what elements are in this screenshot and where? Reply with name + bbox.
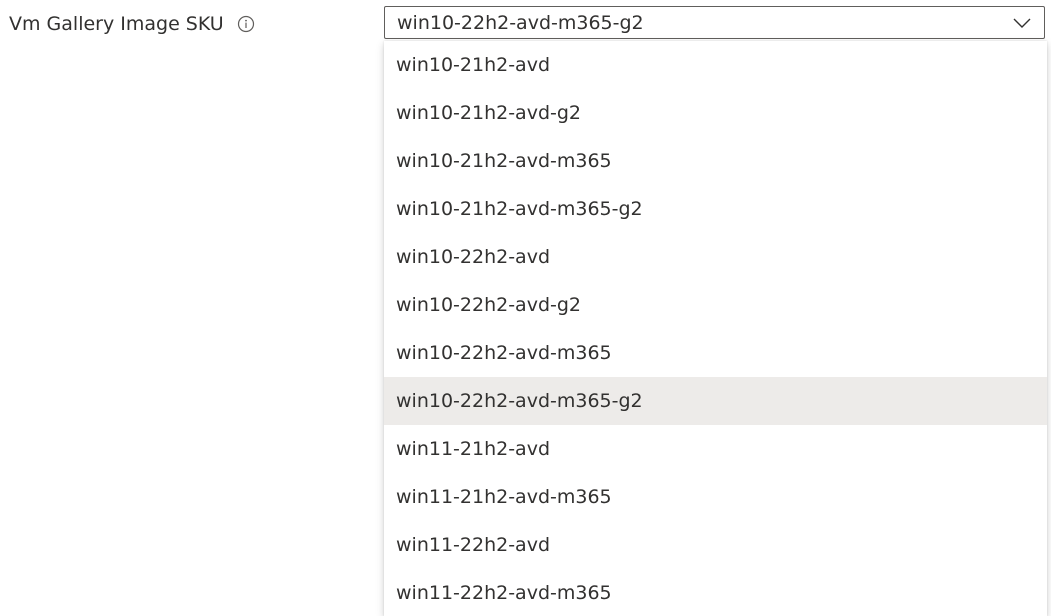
- dropdown-option[interactable]: win10-21h2-avd-m365-g2: [384, 185, 1047, 233]
- field-label: Vm Gallery Image SKU: [9, 13, 224, 35]
- field-label-row: Vm Gallery Image SKU: [9, 9, 256, 39]
- dropdown-option[interactable]: win11-21h2-avd: [384, 425, 1047, 473]
- dropdown-option[interactable]: win10-22h2-avd-g2: [384, 281, 1047, 329]
- dropdown-selected-value: win10-22h2-avd-m365-g2: [397, 11, 644, 34]
- dropdown-option[interactable]: win11-22h2-avd-m365: [384, 569, 1047, 616]
- info-icon[interactable]: [236, 14, 256, 34]
- dropdown-option[interactable]: win11-21h2-avd-m365: [384, 473, 1047, 521]
- dropdown-option[interactable]: win10-21h2-avd-g2: [384, 89, 1047, 137]
- dropdown-option[interactable]: win11-22h2-avd: [384, 521, 1047, 569]
- chevron-down-icon: [1010, 11, 1034, 35]
- dropdown-option[interactable]: win10-21h2-avd-m365: [384, 137, 1047, 185]
- dropdown-option[interactable]: win10-22h2-avd-m365: [384, 329, 1047, 377]
- dropdown-option[interactable]: win10-22h2-avd: [384, 233, 1047, 281]
- dropdown-option-selected[interactable]: win10-22h2-avd-m365-g2: [384, 377, 1047, 425]
- dropdown-option[interactable]: win10-21h2-avd: [384, 41, 1047, 89]
- dropdown-options-list: win10-21h2-avd win10-21h2-avd-g2 win10-2…: [384, 41, 1047, 616]
- vm-gallery-image-sku-dropdown[interactable]: win10-22h2-avd-m365-g2: [384, 6, 1045, 39]
